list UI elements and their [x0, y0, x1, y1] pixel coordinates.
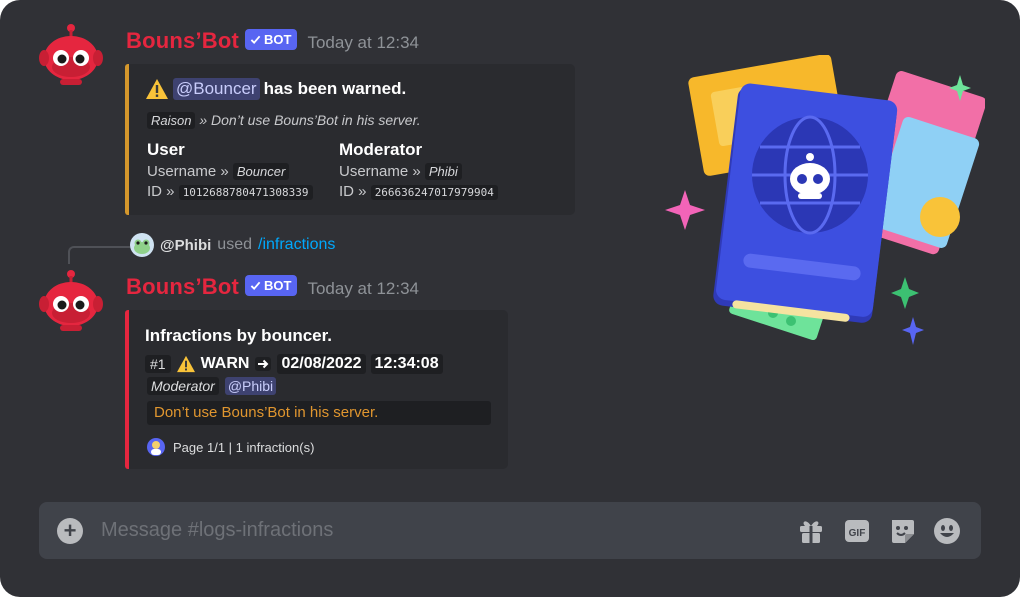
embed-title: @Bouncer has been warned. [145, 78, 406, 100]
infraction-entry: #1 WARN 02/08/2022 12:34:08 [145, 354, 443, 374]
reason-label: Raison [147, 112, 196, 129]
username-line: Username » Bouncer [147, 162, 313, 182]
message-header: Bouns’Bot BOT Today at 12:34 [126, 28, 419, 54]
embed-title: Infractions by bouncer. [145, 326, 333, 345]
username-value: Bouncer [232, 163, 290, 180]
id-label: ID » [339, 183, 367, 200]
reply-connector [68, 246, 130, 264]
passport-illustration [665, 55, 985, 345]
user-avatar [130, 233, 154, 257]
slash-command-link[interactable]: /infractions [258, 236, 335, 254]
warning-embed: @Bouncer has been warned. Raison » Don’t… [125, 64, 575, 215]
infraction-type: WARN [200, 355, 250, 372]
reason-text: » Don’t use Bouns’Bot in his server. [199, 112, 421, 128]
bot-avatar[interactable] [38, 24, 104, 86]
checkmark-icon [250, 281, 261, 291]
moderator-mention[interactable]: @Phibi [224, 377, 277, 395]
sticker-icon[interactable] [887, 516, 917, 546]
field-title: Moderator [339, 140, 423, 159]
message-composer: + GIF [39, 502, 981, 559]
id-line: ID » 266636247017979904 [339, 182, 498, 203]
id-value: 266636247017979904 [370, 185, 498, 200]
footer-avatar-icon [147, 438, 165, 456]
username-value: Phibi [424, 163, 462, 180]
bot-badge: BOT [245, 29, 298, 50]
warning-icon [176, 355, 195, 373]
moderator-label: Moderator [147, 377, 219, 395]
timestamp: Today at 12:34 [307, 33, 419, 52]
bot-badge-label: BOT [264, 32, 292, 47]
reply-username[interactable]: @Phibi [160, 237, 211, 254]
author-name[interactable]: Bouns’Bot [126, 28, 239, 54]
embed-title-text: has been warned. [263, 79, 407, 98]
reply-used-text: used [217, 236, 252, 253]
svg-text:GIF: GIF [849, 528, 866, 539]
embed-footer: Page 1/1 | 1 infraction(s) [147, 438, 314, 456]
infraction-date: 02/08/2022 [277, 354, 366, 374]
bot-avatar[interactable] [38, 270, 104, 332]
warning-icon [146, 79, 168, 99]
id-line: ID » 1012688780471308339 [147, 182, 313, 203]
passport-book-graphic [713, 83, 898, 323]
message-header: Bouns’Bot BOT Today at 12:34 [126, 274, 419, 300]
infractions-embed: Infractions by bouncer. #1 WARN 02/08/20… [125, 310, 508, 469]
id-label: ID » [147, 183, 175, 200]
field-moderator: Moderator Username » Phibi ID » 26663624… [339, 140, 498, 203]
reason-line: Raison » Don’t use Bouns’Bot in his serv… [147, 112, 421, 129]
username-label: Username » [147, 163, 229, 180]
infraction-time: 12:34:08 [370, 354, 443, 374]
username-label: Username » [339, 163, 421, 180]
gif-icon[interactable]: GIF [842, 516, 872, 546]
gift-icon[interactable] [796, 516, 826, 546]
author-name[interactable]: Bouns’Bot [126, 274, 239, 300]
user-mention[interactable]: @Bouncer [173, 78, 260, 100]
message-input[interactable] [101, 514, 741, 546]
username-line: Username » Phibi [339, 162, 498, 182]
moderator-line: Moderator @Phibi [147, 377, 277, 395]
infraction-number: #1 [145, 355, 171, 373]
add-icon[interactable]: + [57, 518, 83, 544]
field-title: User [147, 140, 185, 159]
footer-text: Page 1/1 | 1 infraction(s) [173, 439, 315, 455]
field-user: User Username » Bouncer ID » 10126887804… [147, 140, 313, 203]
id-value: 1012688780471308339 [178, 185, 313, 200]
bot-badge-label: BOT [264, 278, 292, 293]
command-reply-reference[interactable]: @Phibi used /infractions [130, 233, 335, 257]
infraction-reason: Don’t use Bouns’Bot in his server. [147, 401, 491, 425]
bot-badge: BOT [245, 275, 298, 296]
chat-window: Bouns’Bot BOT Today at 12:34 @Bouncer ha… [0, 0, 1020, 597]
timestamp: Today at 12:34 [307, 279, 419, 298]
arrow-right-icon [255, 357, 272, 371]
checkmark-icon [250, 35, 261, 45]
emoji-icon[interactable] [932, 516, 962, 546]
